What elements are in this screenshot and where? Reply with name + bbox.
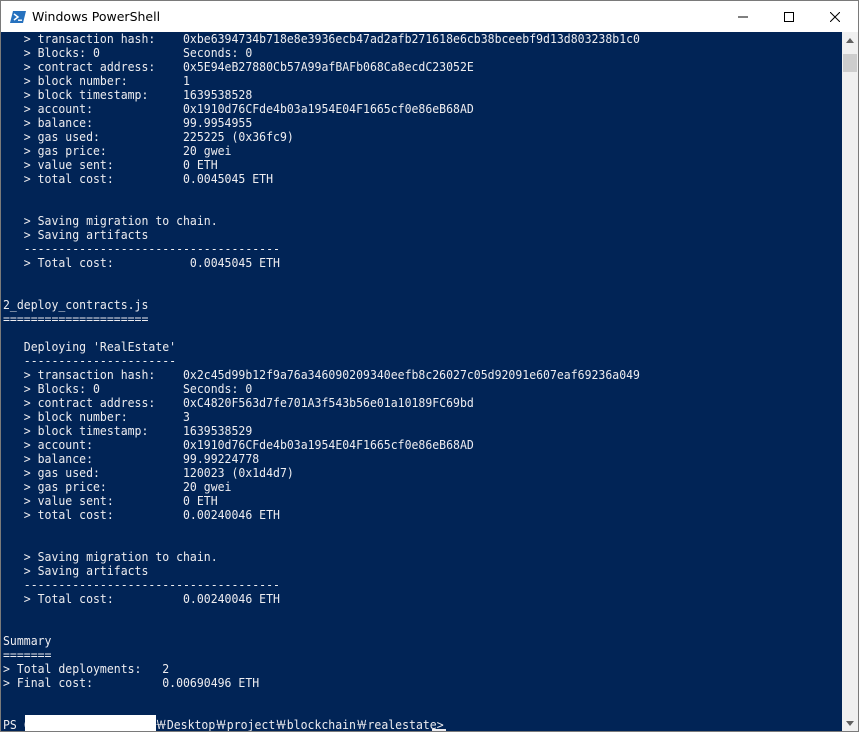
- console-line: > transaction hash: 0x2c45d99b12f9a76a34…: [3, 367, 640, 382]
- console-line: > total cost: 0.0045045 ETH: [3, 171, 274, 186]
- console-line: > Blocks: 0 Seconds: 0: [3, 45, 253, 60]
- console-line: Deploying 'RealEstate': [3, 339, 177, 354]
- console-line: > block timestamp: 1639538528: [3, 87, 253, 102]
- console-line: > Saving migration to chain.: [3, 213, 218, 228]
- console-line: > Total deployments: 2: [3, 661, 170, 676]
- console-line: > transaction hash: 0xbe6394734b718e8e39…: [3, 32, 640, 46]
- console-line: > gas price: 20 gwei: [3, 143, 232, 158]
- console-line: > Total cost: 0.0045045 ETH: [3, 255, 280, 270]
- console-line: > block number: 1: [3, 73, 190, 88]
- scroll-up-button[interactable]: [842, 32, 858, 49]
- console-line: > total cost: 0.00240046 ETH: [3, 507, 280, 522]
- console-line: > Saving artifacts: [3, 227, 149, 242]
- console-line: > value sent: 0 ETH: [3, 157, 218, 172]
- console-line: > account: 0x1910d76CFde4b03a1954E04F166…: [3, 101, 474, 116]
- minimize-icon: [738, 16, 748, 17]
- vertical-scrollbar[interactable]: [842, 32, 858, 731]
- minimize-button[interactable]: [720, 1, 766, 32]
- console-line: > Saving migration to chain.: [3, 549, 218, 564]
- powershell-icon: [10, 10, 26, 23]
- console-line: > balance: 99.99224778: [3, 451, 260, 466]
- console-line: ----------------------: [3, 353, 177, 368]
- scroll-down-button[interactable]: [842, 715, 858, 731]
- console-line: > Blocks: 0 Seconds: 0: [3, 381, 253, 396]
- powershell-window: Windows PowerShell > transaction hash: 0…: [0, 0, 859, 732]
- text-cursor: [432, 729, 446, 731]
- console-output[interactable]: > transaction hash: 0xbe6394734b718e8e39…: [1, 32, 842, 731]
- console-line: > balance: 99.9954955: [3, 115, 253, 130]
- chevron-up-icon: [846, 38, 854, 43]
- console-line: > gas used: 225225 (0x36fc9): [3, 129, 294, 144]
- window-title: Windows PowerShell: [32, 9, 161, 24]
- console-line: > gas used: 120023 (0x1d4d7): [3, 465, 294, 480]
- console-line: > Saving artifacts: [3, 563, 149, 578]
- title-bar[interactable]: Windows PowerShell: [1, 1, 858, 32]
- console-line: -------------------------------------: [3, 241, 280, 256]
- maximize-button[interactable]: [766, 1, 812, 32]
- console-line: -------------------------------------: [3, 577, 280, 592]
- scrollbar-thumb[interactable]: [843, 54, 857, 72]
- console-line: Summary: [3, 633, 52, 648]
- console-line: > block number: 3: [3, 409, 190, 424]
- redacted-path: [25, 715, 156, 731]
- maximize-icon: [784, 11, 794, 22]
- console-line: > contract address: 0xC4820F563d7fe701A3…: [3, 395, 474, 410]
- console-line: > Final cost: 0.00690496 ETH: [3, 675, 260, 690]
- close-button[interactable]: [812, 1, 858, 32]
- console-line: > block timestamp: 1639538529: [3, 423, 253, 438]
- close-icon: [830, 11, 840, 22]
- console-line: > value sent: 0 ETH: [3, 493, 218, 508]
- console-line: 2_deploy_contracts.js: [3, 297, 149, 312]
- console-line: > gas price: 20 gwei: [3, 479, 232, 494]
- console-line: =====================: [3, 311, 149, 326]
- window-controls: [720, 1, 858, 32]
- console-line: > contract address: 0x5E94eB27880Cb57A99…: [3, 59, 474, 74]
- console-line: > account: 0x1910d76CFde4b03a1954E04F166…: [3, 437, 474, 452]
- chevron-down-icon: [846, 721, 854, 726]
- console-line: =======: [3, 647, 52, 662]
- console-line: > Total cost: 0.00240046 ETH: [3, 591, 280, 606]
